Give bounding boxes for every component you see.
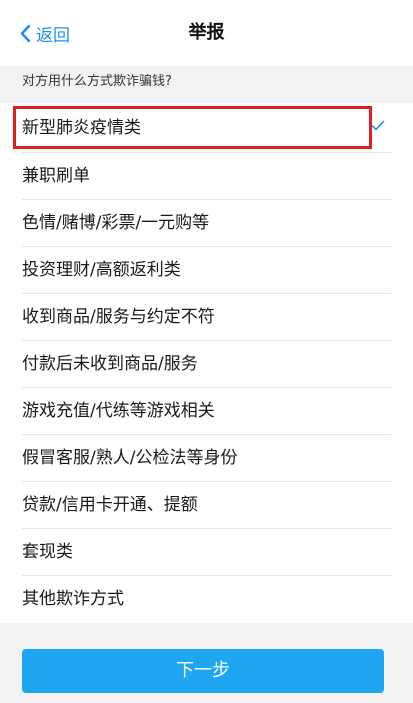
option-item[interactable]: 收到商品/服务与约定不符 [0, 294, 413, 341]
option-item[interactable]: 假冒客服/熟人/公检法等身份 [0, 435, 413, 482]
option-label: 贷款/信用卡开通、提额 [22, 495, 198, 515]
option-label: 色情/赌博/彩票/一元购等 [22, 213, 210, 233]
option-item[interactable]: 色情/赌博/彩票/一元购等 [0, 200, 413, 247]
question-label: 对方用什么方式欺诈骗钱? [22, 74, 172, 89]
option-item[interactable]: 贷款/信用卡开通、提额 [0, 482, 413, 529]
option-item[interactable]: 套现类 [0, 529, 413, 576]
option-item[interactable]: 付款后未收到商品/服务 [0, 341, 413, 388]
option-item[interactable]: 游戏充值/代练等游戏相关 [0, 388, 413, 435]
footer-bar: 下一步 [0, 627, 413, 703]
option-label: 套现类 [22, 542, 73, 562]
checkmark-icon [371, 120, 385, 131]
option-item-selected[interactable]: 新型肺炎疫情类 [0, 103, 413, 153]
option-label: 付款后未收到商品/服务 [22, 354, 198, 374]
option-label: 其他欺诈方式 [22, 589, 124, 609]
next-step-button[interactable]: 下一步 [22, 649, 384, 693]
option-list: 新型肺炎疫情类 兼职刷单 色情/赌博/彩票/一元购等 投资理财/高额返利类 收到… [0, 103, 413, 623]
option-label: 新型肺炎疫情类 [22, 118, 141, 138]
option-item[interactable]: 其他欺诈方式 [0, 576, 413, 623]
page-title: 举报 [188, 22, 225, 43]
navigation-bar: 返回 举报 [0, 0, 413, 66]
option-label: 游戏充值/代练等游戏相关 [22, 401, 215, 421]
option-label: 收到商品/服务与约定不符 [22, 307, 215, 327]
option-label: 假冒客服/熟人/公检法等身份 [22, 448, 238, 468]
option-item[interactable]: 兼职刷单 [0, 153, 413, 200]
option-item[interactable]: 投资理财/高额返利类 [0, 247, 413, 294]
option-label: 兼职刷单 [22, 166, 90, 186]
option-label: 投资理财/高额返利类 [22, 260, 181, 280]
